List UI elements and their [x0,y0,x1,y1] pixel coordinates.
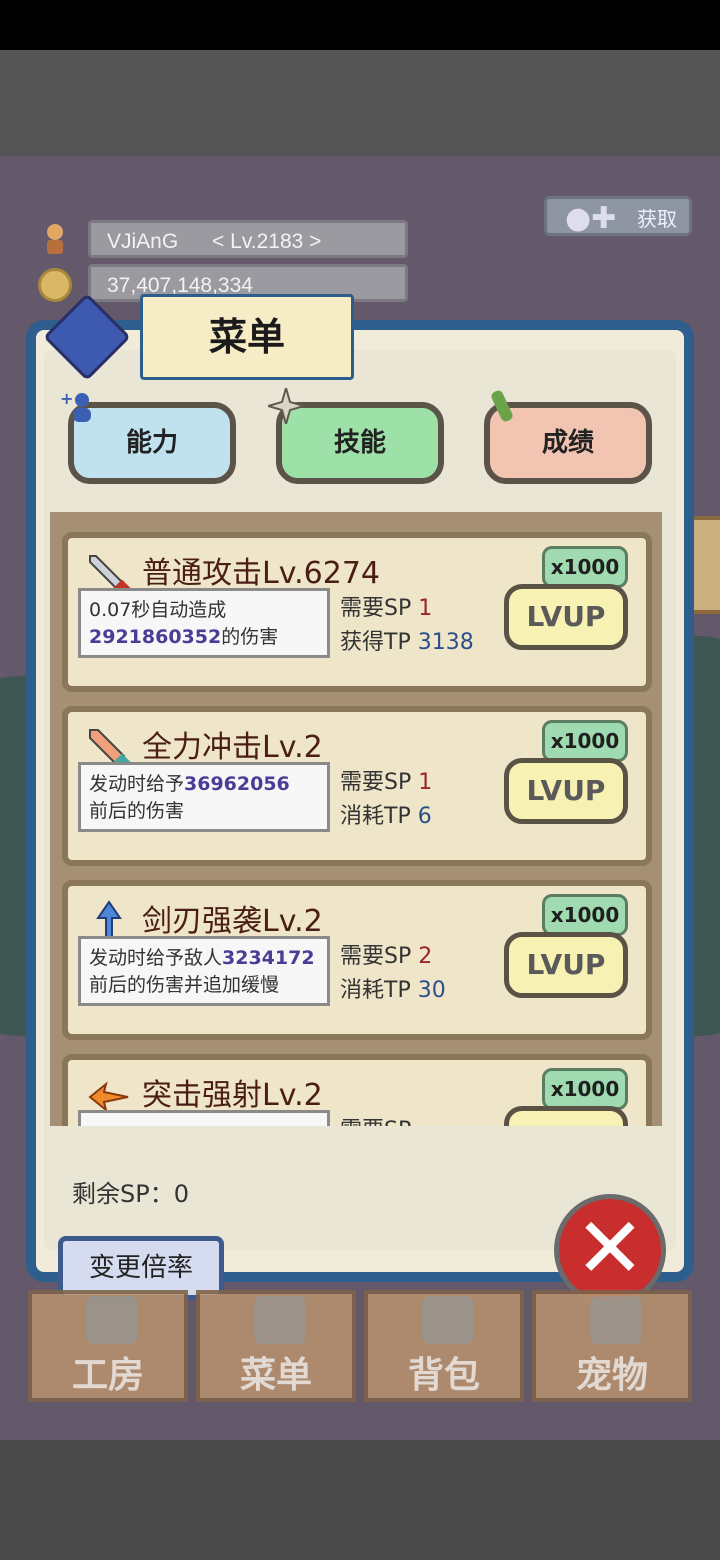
skill-description: 发动时给予敌人3234172 前后的伤害并追加缓慢 [78,936,330,1006]
gold-coin-icon [38,268,72,302]
backpack-icon [422,1296,474,1344]
skill-description [78,1110,330,1126]
player-info: VJiAnG < Lv.2183 > [88,220,408,258]
nav-backpack[interactable]: 背包 [364,1290,524,1402]
tab-ability-label: 能力 [125,428,178,458]
multiplier-badge[interactable]: x1000 [542,546,628,588]
desc-text: 发动时给予敌人 [89,947,223,969]
tp-info: 获得TP 3138 [340,630,474,655]
sp-requirement: 需要SP 2 [340,944,433,969]
skill-name: 全力冲击Lv.2 [142,730,323,765]
skill-card: 普通攻击Lv.6274 x1000 0.07秒自动造成 2921860352的伤… [62,532,652,692]
skill-name: 突击强射Lv.2 [142,1078,323,1113]
close-icon: ✕ [574,1199,646,1297]
lvup-button[interactable]: LVUP [504,1106,628,1126]
skill-card: 剑刃强袭Lv.2 x1000 发动时给予敌人3234172 前后的伤害并追加缓慢… [62,880,652,1040]
top-band [0,50,720,156]
tp-info: 消耗TP 6 [340,804,432,829]
svg-text:+: + [60,390,73,408]
tp-info: 消耗TP 30 [340,978,446,1003]
desc-text: 0.07秒自动造成 [89,599,227,621]
tab-achievement-label: 成绩 [541,428,594,458]
multiplier-badge[interactable]: x1000 [542,1068,628,1110]
desc-text: 发动时给予 [89,773,185,795]
nav-pet[interactable]: 宠物 [532,1290,692,1402]
desc-text: 前后的伤害并追加缓慢 [89,974,280,996]
skill-list[interactable]: 普通攻击Lv.6274 x1000 0.07秒自动造成 2921860352的伤… [50,512,662,1126]
sp-requirement: 需要SP [340,1112,411,1126]
desc-damage-value: 2921860352 [89,626,222,648]
sp-requirement: 需要SP 1 [340,770,433,795]
book-icon [254,1296,306,1344]
remaining-sp: 剩余SP：0 [72,1180,189,1208]
pet-icon [590,1296,642,1344]
desc-damage-value: 36962056 [184,773,290,795]
skill-card: 全力冲击Lv.2 x1000 发动时给予36962056 前后的伤害 需要SP … [62,706,652,866]
nav-workshop[interactable]: 工房 [28,1290,188,1402]
hero-avatar-icon [47,224,63,254]
nav-label: 菜单 [239,1355,312,1396]
multiplier-badge[interactable]: x1000 [542,720,628,762]
ad-reward-button[interactable]: ●✚ 获取 [544,196,692,236]
skill-card: 突击强射Lv.2 x1000 需要SP LVUP [62,1054,652,1126]
nav-label: 工房 [71,1355,144,1396]
add-person-icon: + [60,390,91,422]
lvup-button[interactable]: LVUP [504,584,628,650]
nav-label: 背包 [407,1355,480,1396]
desc-text: 的伤害 [221,626,279,648]
skill-name: 剑刃强袭Lv.2 [142,904,323,939]
sparkle-icon [268,388,304,424]
house-icon [86,1296,138,1344]
nav-menu[interactable]: 菜单 [196,1290,356,1402]
skill-description: 发动时给予36962056 前后的伤害 [78,762,330,832]
bottom-band [0,1440,720,1560]
plus-icon: ●✚ [565,201,617,236]
status-bar [0,0,720,50]
sp-requirement: 需要SP 1 [340,596,433,621]
multiplier-badge[interactable]: x1000 [542,894,628,936]
scroll-icon [491,390,513,422]
player-level: < Lv.2183 > [212,230,322,253]
skill-name: 普通攻击Lv.6274 [142,556,381,591]
nav-label: 宠物 [575,1355,648,1396]
tab-skill-label: 技能 [333,428,386,458]
skill-description: 0.07秒自动造成 2921860352的伤害 [78,588,330,658]
player-name: VJiAnG [107,230,179,253]
lvup-button[interactable]: LVUP [504,758,628,824]
desc-damage-value: 3234172 [222,947,315,969]
ad-reward-label: 获取 [637,207,677,231]
lvup-button[interactable]: LVUP [504,932,628,998]
panel-title: 菜单 [140,294,354,380]
desc-text: 前后的伤害 [89,800,185,822]
